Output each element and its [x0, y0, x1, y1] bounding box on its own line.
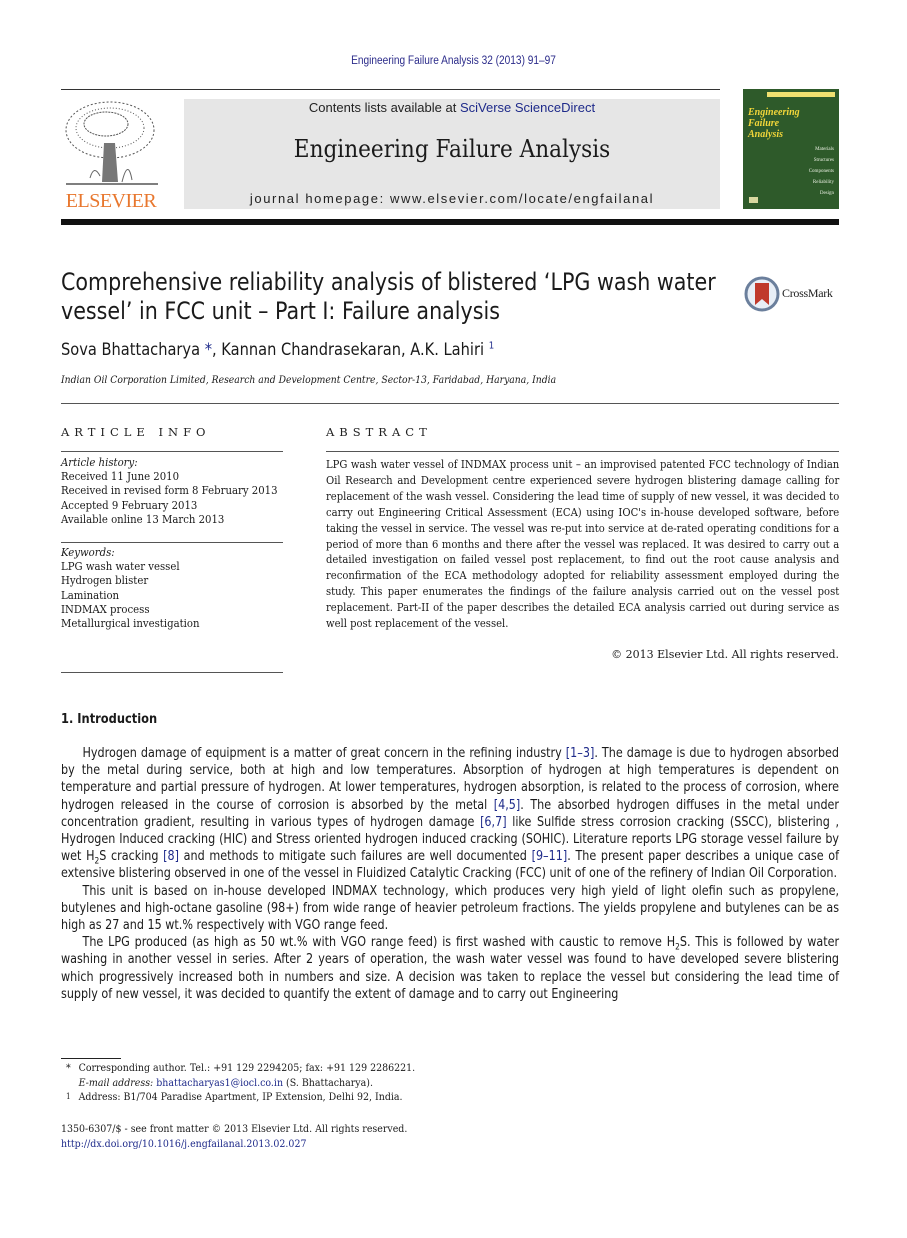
keywords-label: Keywords: [61, 546, 115, 559]
top-rule [61, 89, 720, 90]
article-title: Comprehensive reliability analysis of bl… [61, 268, 716, 325]
section-rule [61, 403, 839, 404]
history-item: Received in revised form 8 February 2013 [61, 484, 278, 498]
keyword: Hydrogen blister [61, 574, 149, 588]
abstract-text: LPG wash water vessel of INDMAX process … [326, 458, 840, 631]
cover-topic: Design [819, 191, 834, 196]
paragraph: The LPG produced (as high as 50 wt.% wit… [61, 934, 839, 1003]
history-item: Accepted 9 February 2013 [61, 498, 198, 512]
divider [61, 451, 283, 452]
text: and methods to mitigate such failures ar… [178, 848, 532, 865]
footnote-rule [61, 1058, 121, 1059]
keyword: INDMAX process [61, 602, 150, 616]
footnotes: * Corresponding author. Tel.: +91 129 229… [66, 1061, 454, 1105]
author-name[interactable]: A.K. Lahiri [410, 340, 484, 360]
abstract-heading: ABSTRACT [326, 425, 432, 439]
citation-link[interactable]: [6,7] [480, 814, 506, 830]
keywords: Keywords: LPG wash water vessel Hydrogen… [61, 546, 301, 631]
section-heading-introduction: 1. Introduction [61, 712, 158, 727]
author-list: Sova Bhattacharya *, Kannan Chandrasekar… [61, 340, 495, 360]
email-link[interactable]: bhattacharyas1@iocl.co.in [156, 1077, 283, 1089]
footnote-corresponding: * Corresponding author. Tel.: +91 129 229… [66, 1061, 415, 1076]
divider [61, 672, 283, 673]
citation-link[interactable]: [8] [163, 848, 179, 864]
citation-link[interactable]: [9–11] [532, 848, 568, 864]
elsevier-wordmark: ELSEVIER [65, 190, 157, 212]
email-label: E-mail address: [78, 1076, 154, 1089]
footnote-mark: * [66, 1062, 71, 1074]
footnote-address: 1 Address: B1/704 Paradise Apartment, IP … [66, 1090, 415, 1105]
cover-title-line: Failure [748, 118, 780, 129]
divider [326, 451, 839, 452]
cover-topics: Materials Structures Components Reliabil… [809, 144, 834, 199]
contents-prefix: Contents lists available at [308, 100, 460, 115]
paragraph: This unit is based on in-house developed… [61, 882, 840, 934]
article-history: Article history: Received 11 June 2010 R… [61, 456, 301, 527]
crossmark-icon [744, 276, 780, 312]
abstract-copyright: © 2013 Elsevier Ltd. All rights reserved… [611, 648, 839, 661]
affiliation: Indian Oil Corporation Limited, Research… [61, 374, 557, 386]
cover-topic: Reliability [812, 180, 834, 185]
cover-emblem-icon [749, 197, 758, 203]
cover-topic: Components [808, 169, 834, 174]
citation-link[interactable]: [1–3] [566, 745, 595, 761]
author-name[interactable]: Kannan Chandrasekaran [221, 340, 401, 360]
cover-title-line: Analysis [748, 129, 784, 140]
text: Hydrogen damage of equipment is a matter… [82, 745, 566, 761]
paragraph: Hydrogen damage of equipment is a matter… [61, 745, 839, 883]
crossmark-label[interactable]: CrossMark [782, 286, 833, 301]
header-thick-rule [61, 219, 839, 225]
author-name[interactable]: Sova Bhattacharya [61, 340, 200, 360]
footnote-email: E-mail address: bhattacharyas1@iocl.co.i… [66, 1076, 415, 1091]
issn-line: 1350-6307/$ - see front matter © 2013 El… [61, 1123, 408, 1135]
footnote-text: (S. Bhattacharya). [283, 1076, 373, 1089]
divider [61, 542, 283, 543]
introduction-body: Hydrogen damage of equipment is a matter… [61, 745, 839, 1003]
history-label: Article history: [61, 456, 138, 469]
sciencedirect-link[interactable]: SciVerse ScienceDirect [460, 100, 595, 115]
author-footnote-mark[interactable]: 1 [489, 340, 494, 351]
footnote-mark: 1 [66, 1092, 71, 1101]
article-info-heading: ARTICLE INFO [61, 425, 211, 439]
keyword: Metallurgical investigation [61, 617, 200, 631]
text: The LPG produced (as high as 50 wt.% wit… [82, 934, 676, 951]
journal-cover-image: Engineering Failure Analysis Materials S… [743, 89, 839, 209]
corresponding-author-mark[interactable]: * [205, 340, 212, 360]
cover-topic: Structures [813, 158, 834, 163]
keyword: Lamination [61, 588, 120, 602]
history-item: Received 11 June 2010 [61, 470, 180, 484]
footnote-text: Corresponding author. Tel.: +91 129 2294… [78, 1062, 416, 1074]
keyword: LPG wash water vessel [61, 560, 180, 574]
cover-title-line: Engineering [748, 107, 800, 118]
contents-line: Contents lists available at SciVerse Sci… [184, 100, 720, 115]
journal-reference-link[interactable]: Engineering Failure Analysis 32 (2013) 9… [54, 55, 852, 67]
footnote-text: Address: B1/704 Paradise Apartment, IP E… [78, 1091, 403, 1103]
front-matter: 1350-6307/$ - see front matter © 2013 El… [61, 1122, 446, 1151]
abstract-body: LPG wash water vessel of INDMAX process … [326, 457, 839, 632]
citation-link[interactable]: [4,5] [494, 797, 520, 813]
journal-homepage-link[interactable]: journal homepage: www.elsevier.com/locat… [184, 191, 720, 206]
journal-name: Engineering Failure Analysis [293, 135, 611, 163]
cover-bar [767, 92, 835, 97]
cover-topic: Materials [815, 147, 834, 152]
history-item: Available online 13 March 2013 [61, 512, 225, 526]
crossmark-button[interactable] [744, 276, 780, 316]
journal-masthead: Contents lists available at SciVerse Sci… [184, 99, 720, 209]
doi-link[interactable]: http://dx.doi.org/10.1016/j.engfailanal.… [61, 1137, 407, 1152]
text: S cracking [99, 848, 164, 865]
cover-title: Engineering Failure Analysis [748, 107, 800, 140]
tree-icon [65, 101, 158, 185]
